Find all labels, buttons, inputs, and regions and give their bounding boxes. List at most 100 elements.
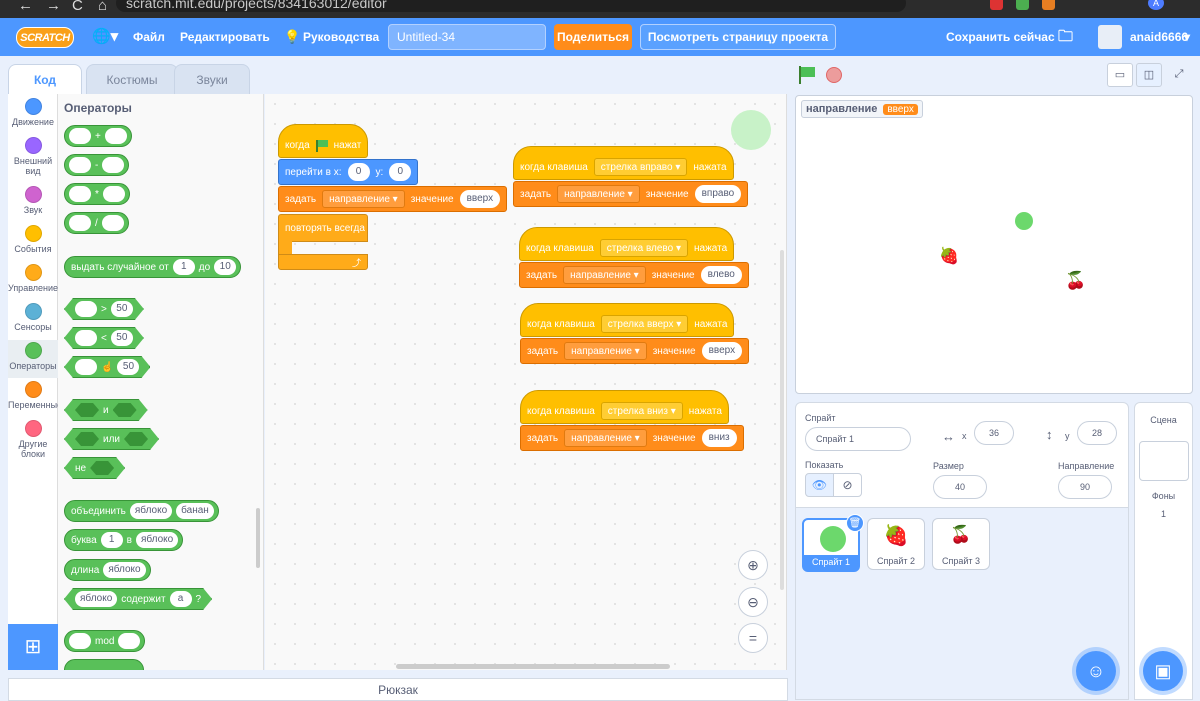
block-greater-than[interactable]: >50 xyxy=(64,298,144,320)
extension-icon[interactable] xyxy=(1016,0,1029,10)
variable-dropdown[interactable]: направление ▾ xyxy=(564,429,647,447)
key-dropdown[interactable]: стрелка влево ▾ xyxy=(599,239,688,257)
goto-xy-block[interactable]: перейти в x: 0 y: 0 xyxy=(278,159,419,185)
save-now-button[interactable]: Сохранить сейчас xyxy=(946,18,1055,56)
script-area[interactable]: когда нажат перейти в x: 0 y: 0 задать направ… xyxy=(265,94,787,670)
tab-code[interactable]: Код xyxy=(8,64,82,95)
block-input[interactable] xyxy=(69,215,91,231)
back-icon[interactable]: ← xyxy=(18,0,33,13)
username-label[interactable]: anaid6666 xyxy=(1130,18,1188,56)
show-sprite-eye-icon[interactable]: 👁 xyxy=(805,473,834,497)
reload-icon[interactable]: C xyxy=(72,0,83,13)
strawberry-sprite[interactable]: 🍓 xyxy=(939,246,959,266)
forever-block[interactable]: повторять всегда xyxy=(278,214,368,242)
extension-icon[interactable] xyxy=(990,0,1003,10)
menu-tutorials[interactable]: Руководства xyxy=(303,18,379,56)
green-flag-button[interactable] xyxy=(798,66,816,84)
block-contains[interactable]: яблоко содержит а? xyxy=(64,588,212,610)
project-title-input[interactable]: Untitled-34 xyxy=(388,24,546,50)
zoom-out-button[interactable]: ⊖ xyxy=(738,587,768,617)
boolean-slot[interactable] xyxy=(90,461,114,475)
block-input[interactable]: яблоко xyxy=(135,532,179,548)
when-key-pressed-block[interactable]: когда клавиша стрелка вверх ▾ нажата xyxy=(520,303,735,337)
block-input[interactable] xyxy=(69,633,91,649)
x-input[interactable]: 0 xyxy=(347,163,370,181)
block-add[interactable]: + xyxy=(64,125,132,147)
block-letter-of[interactable]: буква 1 в яблоко xyxy=(64,529,184,551)
category-variables[interactable]: Переменные xyxy=(8,381,62,410)
set-variable-block[interactable]: задать направление ▾ значение вправо xyxy=(513,181,749,207)
when-key-pressed-block[interactable]: когда клавиша стрелка вправо ▾ нажата xyxy=(513,146,734,180)
block-input[interactable] xyxy=(69,157,91,173)
tab-sounds[interactable]: Звуки xyxy=(174,64,250,94)
block-and[interactable]: и xyxy=(64,399,148,421)
block-mod[interactable]: mod xyxy=(64,630,146,652)
set-variable-block[interactable]: задать направление ▾ значение вверх xyxy=(520,338,750,364)
variable-dropdown[interactable]: направление ▾ xyxy=(564,342,647,360)
chevron-down-icon[interactable]: ▾ xyxy=(1184,18,1190,56)
category-operators[interactable]: Операторы xyxy=(8,340,58,378)
share-button[interactable]: Поделиться xyxy=(554,24,632,50)
profile-avatar[interactable]: А xyxy=(1148,0,1164,10)
block-input[interactable]: 50 xyxy=(117,359,139,375)
add-sprite-button[interactable]: ☺ xyxy=(1076,651,1116,691)
home-icon[interactable]: ⌂ xyxy=(98,0,107,13)
block-input[interactable]: 1 xyxy=(100,532,123,548)
x-position-input[interactable]: 36 xyxy=(974,421,1014,445)
zoom-reset-button[interactable]: = xyxy=(738,623,768,653)
key-dropdown[interactable]: стрелка вверх ▾ xyxy=(600,315,689,333)
direction-input[interactable]: 90 xyxy=(1058,475,1112,499)
avatar[interactable] xyxy=(1098,25,1122,49)
block-length[interactable]: длина яблоко xyxy=(64,559,151,581)
forward-icon[interactable]: → xyxy=(46,0,61,13)
variable-dropdown[interactable]: направление ▾ xyxy=(557,185,640,203)
block-divide[interactable]: / xyxy=(64,212,129,234)
sprite-tile[interactable]: 🍒 Спрайт 3 xyxy=(932,518,990,570)
block-not[interactable]: не xyxy=(64,457,125,479)
category-events[interactable]: События xyxy=(8,225,58,254)
boolean-slot[interactable] xyxy=(75,432,99,446)
when-key-pressed-block[interactable]: когда клавиша стрелка вниз ▾ нажата xyxy=(520,390,729,424)
value-input[interactable]: вниз xyxy=(701,429,737,447)
block-input[interactable]: 50 xyxy=(111,330,133,346)
boolean-slot[interactable] xyxy=(113,403,137,417)
block-random[interactable]: выдать случайное от 1 до 10 xyxy=(64,256,242,278)
see-project-page-button[interactable]: Посмотреть страницу проекта xyxy=(640,24,836,50)
category-sensing[interactable]: Сенсоры xyxy=(8,303,58,332)
url-bar[interactable]: scratch.mit.edu/projects/834163012/edito… xyxy=(116,0,906,12)
language-globe-icon[interactable]: 🌐▾ xyxy=(92,18,118,56)
block-less-than[interactable]: <50 xyxy=(64,327,144,349)
menu-file[interactable]: Файл xyxy=(133,18,165,56)
block-input[interactable]: 10 xyxy=(214,259,237,275)
block-input[interactable] xyxy=(102,186,125,202)
category-sound[interactable]: Звук xyxy=(8,186,58,215)
add-extension-button[interactable]: ⊞ xyxy=(8,624,58,670)
block-input[interactable] xyxy=(104,128,127,144)
block-input[interactable]: а xyxy=(170,591,192,607)
stage-canvas[interactable]: направление вверх 🍓 🍒 xyxy=(795,95,1193,394)
block-input[interactable] xyxy=(69,128,91,144)
small-stage-button[interactable]: ▭ xyxy=(1107,63,1133,87)
block-input[interactable] xyxy=(69,186,91,202)
block-equals[interactable]: ☝ 50 xyxy=(64,356,150,378)
my-stuff-folder-icon[interactable]: 🗀 xyxy=(1058,18,1073,56)
block-input[interactable]: яблоко xyxy=(75,591,117,607)
delete-sprite-icon[interactable]: 🗑 xyxy=(846,514,864,532)
value-input[interactable]: вверх xyxy=(459,190,501,208)
cherry-sprite[interactable]: 🍒 xyxy=(1065,271,1086,291)
variable-dropdown[interactable]: направление ▾ xyxy=(563,266,646,284)
large-stage-button[interactable]: ◫ xyxy=(1136,63,1162,87)
key-dropdown[interactable]: стрелка вправо ▾ xyxy=(593,158,688,176)
set-variable-block[interactable]: задать направление ▾ значение влево xyxy=(519,262,749,288)
block-input[interactable]: 1 xyxy=(172,259,195,275)
block-input[interactable] xyxy=(118,633,141,649)
palette-scrollbar[interactable] xyxy=(256,508,260,568)
y-position-input[interactable]: 28 xyxy=(1077,421,1117,445)
block-round[interactable] xyxy=(64,659,144,670)
block-input[interactable] xyxy=(75,301,97,317)
set-variable-block[interactable]: задать направление ▾ значение вниз xyxy=(520,425,744,451)
zoom-in-button[interactable]: ⊕ xyxy=(738,550,768,580)
block-input[interactable]: 50 xyxy=(111,301,133,317)
size-input[interactable]: 40 xyxy=(933,475,987,499)
stop-button[interactable] xyxy=(826,67,842,83)
